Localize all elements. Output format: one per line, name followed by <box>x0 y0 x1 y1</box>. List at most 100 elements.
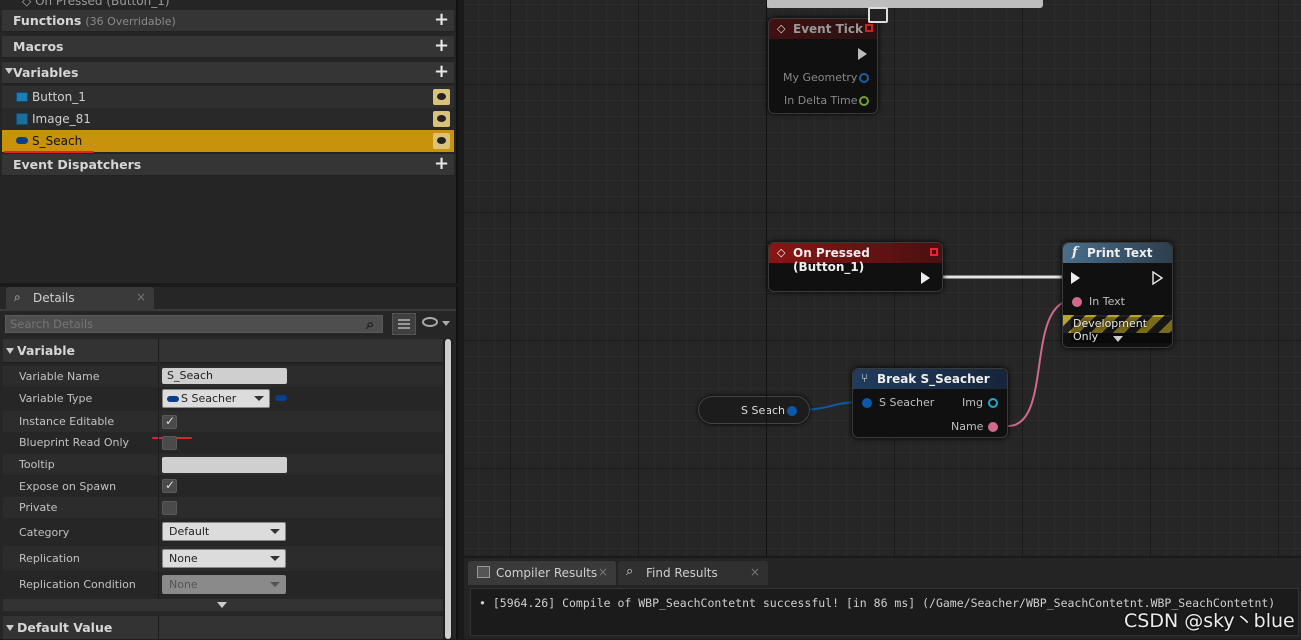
tab-underline <box>0 309 456 311</box>
exec-out-pin[interactable] <box>921 272 930 284</box>
on-pressed-node[interactable]: ◇ On Pressed (Button_1) <box>768 242 943 292</box>
event-graph-canvas[interactable]: ◇ Event Tick My Geometry In Delta Time ◇… <box>464 0 1301 556</box>
event-tick-node[interactable]: ◇ Event Tick My Geometry In Delta Time <box>768 18 878 114</box>
name-out-pin[interactable] <box>988 422 998 432</box>
event-tick-title: Event Tick <box>793 22 864 36</box>
event-graph-icon: ◇ <box>22 0 32 8</box>
break-struct-node[interactable]: ⑂ Break S_Seacher S Seacher Img Name <box>852 368 1008 438</box>
column-divider <box>158 339 159 362</box>
chevron-down-icon <box>270 556 280 561</box>
blueprint-read-only-checkbox[interactable] <box>162 436 177 450</box>
struct-out-pin[interactable] <box>787 406 797 416</box>
visibility-eye-icon[interactable] <box>422 317 438 327</box>
variable-name: Button_1 <box>32 90 86 104</box>
print-text-node[interactable]: f Print Text In Text Development Only <box>1062 242 1173 348</box>
instance-editable-checkbox[interactable] <box>162 414 177 429</box>
expose-on-spawn-checkbox[interactable] <box>162 478 177 493</box>
expose-on-spawn-label: Expose on Spawn <box>19 480 117 493</box>
tab-find-results[interactable]: ⌕ Find Results × <box>618 561 768 585</box>
column-divider <box>158 520 159 545</box>
truncated-item-label: On Pressed (Button_1) <box>35 0 170 8</box>
variable-item-s-seach[interactable]: S_Seach <box>2 130 454 152</box>
category-functions[interactable]: Functions (36 Overridable) + <box>2 10 454 32</box>
struct-type-icon <box>167 396 179 402</box>
search-details-input[interactable] <box>5 315 383 333</box>
details-tab-label: Details <box>33 291 75 305</box>
scrollbar-thumb[interactable] <box>445 339 451 639</box>
delegate-pin[interactable] <box>930 248 938 256</box>
pin-label: S Seacher <box>879 396 935 409</box>
pin-label: Name <box>951 420 984 433</box>
advanced-expander[interactable] <box>3 599 443 611</box>
event-diamond-icon: ◇ <box>777 22 786 35</box>
section-default-value[interactable]: Default Value <box>3 616 443 640</box>
details-icon: ⌕ <box>14 290 21 304</box>
truncated-graph-item[interactable]: ◇ On Pressed (Button_1) <box>22 0 170 8</box>
geometry-pin[interactable] <box>859 73 869 83</box>
exec-out-pin[interactable] <box>858 48 867 60</box>
eye-icon[interactable] <box>433 111 450 127</box>
details-scrollbar[interactable] <box>443 339 453 639</box>
container-type-icon[interactable] <box>275 395 287 401</box>
add-variable-button[interactable]: + <box>433 63 450 81</box>
expand-arrow-icon[interactable] <box>5 68 13 74</box>
struct-in-pin[interactable] <box>862 398 872 408</box>
replication-condition-dropdown: None <box>162 575 286 594</box>
in-text-pin[interactable] <box>1072 297 1082 307</box>
delegate-pin[interactable] <box>865 24 873 32</box>
row-replication: Replication None <box>3 546 443 571</box>
monitor-icon <box>868 7 888 23</box>
column-divider <box>158 454 159 475</box>
exec-in-pin[interactable] <box>1071 272 1080 284</box>
variable-name: S_Seach <box>32 134 83 148</box>
close-icon[interactable]: × <box>136 290 146 304</box>
variable-item-image-81[interactable]: Image_81 <box>2 108 454 130</box>
column-divider <box>158 432 159 453</box>
collapse-arrow-icon[interactable] <box>6 348 14 354</box>
close-icon[interactable]: × <box>750 565 760 579</box>
search-icon[interactable]: ⌕ <box>366 315 382 333</box>
close-icon[interactable]: × <box>598 565 608 579</box>
float-pin[interactable] <box>859 96 869 106</box>
event-diamond-icon: ◇ <box>777 246 786 259</box>
row-category: Category Default <box>3 520 443 545</box>
row-tooltip: Tooltip <box>3 454 443 475</box>
variable-name: Image_81 <box>32 112 91 126</box>
pin-label: My Geometry <box>783 71 858 84</box>
function-icon: f <box>1072 245 1078 260</box>
variable-type-value: S Seacher <box>181 392 237 405</box>
expand-arrow-icon[interactable] <box>1113 336 1123 342</box>
replication-dropdown[interactable]: None <box>162 549 286 568</box>
view-options-grid-icon[interactable] <box>392 313 416 335</box>
chevron-down-icon <box>270 582 280 587</box>
section-variable-label: Variable <box>17 343 76 358</box>
section-variable[interactable]: Variable <box>3 339 443 363</box>
variable-type-label: Variable Type <box>19 392 93 405</box>
add-dispatcher-button[interactable]: + <box>433 155 450 173</box>
chevron-down-icon[interactable] <box>442 321 450 326</box>
break-struct-icon: ⑂ <box>861 371 869 385</box>
add-function-button[interactable]: + <box>433 11 450 29</box>
variable-item-button-1[interactable]: Button_1 <box>2 86 454 108</box>
print-text-title: Print Text <box>1087 246 1153 260</box>
eye-icon[interactable] <box>433 89 450 105</box>
category-variables[interactable]: Variables + <box>2 62 454 84</box>
category-macros[interactable]: Macros + <box>2 36 454 58</box>
find-results-label: Find Results <box>646 566 718 580</box>
collapse-arrow-icon[interactable] <box>6 625 14 631</box>
eye-icon[interactable] <box>433 133 450 149</box>
variable-name-field[interactable]: S_Seach <box>162 368 287 384</box>
variable-type-dropdown[interactable]: S Seacher <box>162 389 270 408</box>
img-out-pin[interactable] <box>988 398 998 408</box>
private-checkbox[interactable] <box>162 501 177 515</box>
variable-get-node[interactable]: S Seach <box>698 396 810 424</box>
column-divider <box>158 616 159 639</box>
tab-compiler-results[interactable]: Compiler Results × <box>468 561 616 585</box>
category-dropdown[interactable]: Default <box>162 522 286 541</box>
add-macro-button[interactable]: + <box>433 37 450 55</box>
pin-label: In Delta Time <box>784 94 858 107</box>
tooltip-field[interactable] <box>162 457 287 473</box>
annotation-underline <box>4 151 94 153</box>
details-tab[interactable]: ⌕ Details × <box>6 287 154 309</box>
category-event-dispatchers[interactable]: Event Dispatchers + <box>2 154 454 176</box>
